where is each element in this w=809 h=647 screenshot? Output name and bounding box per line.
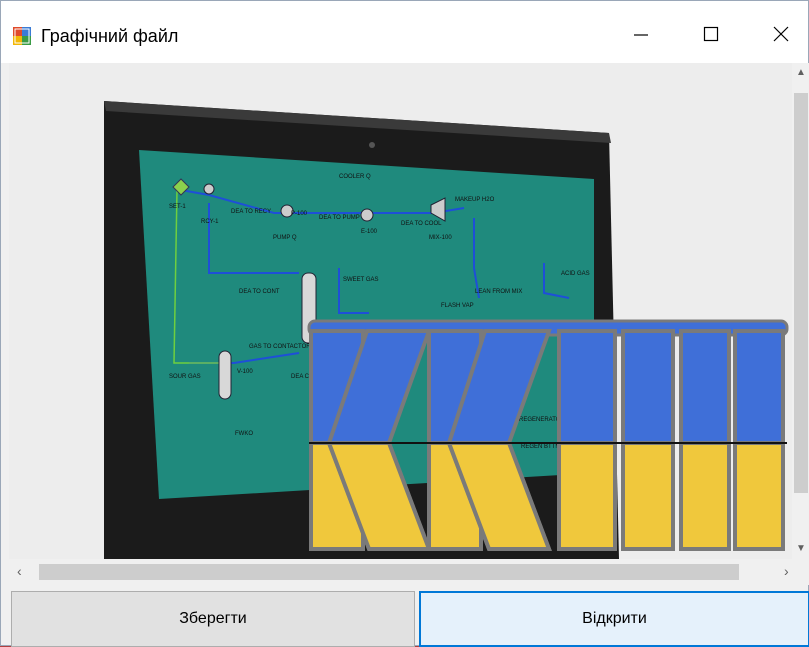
- recycle-unit: [203, 183, 215, 195]
- scroll-right-icon[interactable]: ›: [784, 563, 789, 579]
- window-title: Графічний файл: [41, 26, 179, 46]
- label-pump-q: PUMP Q: [273, 235, 297, 241]
- label-p100: P-100: [291, 211, 308, 217]
- label-set1: SET-1: [169, 204, 186, 210]
- label-e100: E-100: [361, 229, 378, 235]
- label-lean-from-mix: LEAN FROM MIX: [475, 289, 522, 295]
- label-flash-vap: FLASH VAP: [441, 303, 474, 309]
- loaded-image: SET-1 RCY-1 DEA TO RECY P-100 PUMP Q DEA…: [104, 101, 789, 559]
- label-gas-to-contactor: GAS TO CONTACTOR: [249, 344, 311, 350]
- maximize-button[interactable]: [681, 13, 741, 55]
- label-dea-to-cool: DEA TO COOL: [401, 221, 442, 227]
- label-acid-gas: ACID GAS: [561, 271, 590, 277]
- label-v100: V-100: [237, 369, 253, 375]
- label-dea-to-pump: DEA TO PUMP: [319, 215, 360, 221]
- maximize-icon: [703, 26, 719, 42]
- close-button[interactable]: [751, 13, 809, 55]
- label-mix100: MIX-100: [429, 235, 452, 241]
- scroll-down-icon[interactable]: ▼: [796, 543, 806, 554]
- separator-vessel: [218, 350, 232, 400]
- label-makeup-h2o: MAKEUP H2O: [455, 197, 495, 203]
- scroll-up-icon[interactable]: ▲: [796, 67, 806, 78]
- main-window: Графічний файл SET-1 RCY-1 DEA TO RECY P…: [0, 0, 809, 647]
- cooler-unit: [360, 208, 374, 222]
- app-window-icon: [13, 27, 31, 45]
- label-dea-to-recy: DEA TO RECY: [231, 209, 271, 215]
- minimize-button[interactable]: [611, 13, 671, 55]
- label-dea-to-cont: DEA TO CONT: [239, 289, 280, 295]
- scroll-left-icon[interactable]: ‹: [17, 563, 22, 579]
- minimize-icon: [634, 34, 648, 36]
- label-sweet-gas: SWEET GAS: [343, 277, 379, 283]
- vertical-scrollbar[interactable]: ▲ ▼: [792, 63, 809, 559]
- label-fwko: FWKO: [235, 431, 253, 437]
- tablet-camera: [369, 142, 375, 148]
- image-viewport: SET-1 RCY-1 DEA TO RECY P-100 PUMP Q DEA…: [9, 63, 792, 559]
- label-cooler-q: COOLER Q: [339, 174, 371, 180]
- close-icon: [773, 26, 789, 42]
- open-button[interactable]: Відкрити: [419, 591, 809, 647]
- horizontal-scrollbar[interactable]: ‹ ›: [9, 559, 809, 585]
- horizontal-scroll-thumb[interactable]: [39, 564, 739, 580]
- vertical-scroll-thumb[interactable]: [794, 93, 808, 493]
- label-rcy1: RCY-1: [201, 219, 219, 225]
- save-button[interactable]: Зберегти: [11, 591, 415, 647]
- label-sour-gas: SOUR GAS: [169, 374, 201, 380]
- title-bar[interactable]: Графічний файл: [1, 1, 808, 63]
